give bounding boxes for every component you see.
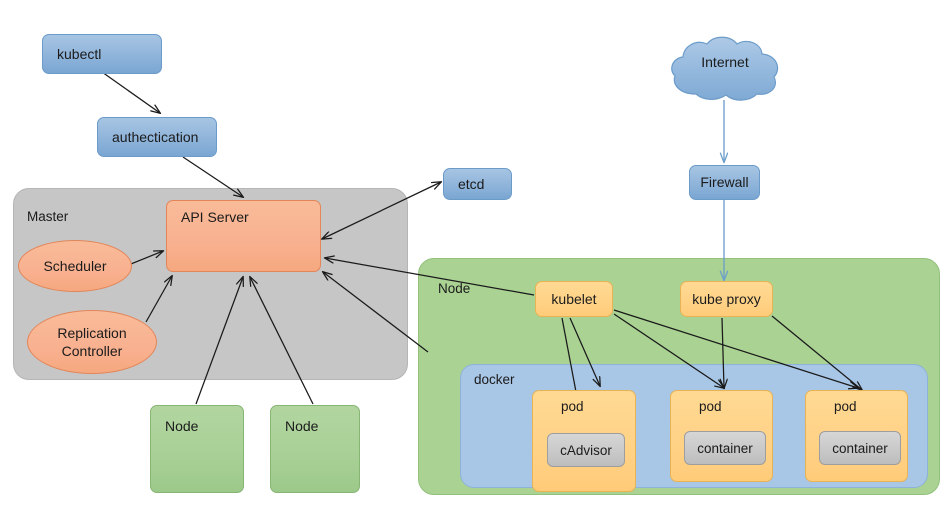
container-1-box[interactable]: container: [684, 431, 766, 465]
container-1-label: container: [697, 440, 753, 456]
node-box-2[interactable]: Node: [270, 405, 360, 493]
kubelet-box[interactable]: kubelet: [535, 281, 613, 317]
node-box-1[interactable]: Node: [150, 405, 244, 493]
authentication-box[interactable]: authectication: [97, 117, 217, 157]
internet-cloud[interactable]: Internet: [666, 36, 784, 104]
kubelet-label: kubelet: [551, 290, 597, 307]
kube-proxy-label: kube proxy: [692, 290, 761, 307]
replication-controller-ellipse[interactable]: Replication Controller: [27, 310, 157, 374]
replication-controller-label-line2: Controller: [61, 343, 123, 359]
node-box-1-label: Node: [165, 418, 199, 434]
scheduler-ellipse[interactable]: Scheduler: [18, 240, 132, 292]
replication-controller-label-line1: Replication: [57, 324, 127, 341]
pod-1[interactable]: pod cAdvisor: [532, 390, 636, 492]
master-group-label: Master: [27, 209, 69, 224]
edge-kubectl-to-authentication: [101, 71, 160, 113]
scheduler-label: Scheduler: [43, 257, 107, 274]
diagram-canvas: Master Node docker kubectl authecticatio…: [0, 0, 949, 506]
pod-3[interactable]: pod container: [805, 390, 908, 482]
pod-2-label: pod: [699, 399, 722, 414]
container-2-label: container: [832, 440, 888, 456]
container-2-box[interactable]: container: [819, 431, 901, 465]
firewall-label: Firewall: [700, 174, 749, 191]
node-box-2-label: Node: [285, 418, 319, 434]
internet-label: Internet: [701, 54, 749, 70]
kubectl-box[interactable]: kubectl: [42, 34, 162, 74]
pod-3-label: pod: [834, 399, 857, 414]
api-server-box[interactable]: API Server: [166, 200, 321, 272]
kube-proxy-box[interactable]: kube proxy: [680, 281, 773, 317]
docker-group-label: docker: [474, 372, 515, 387]
etcd-box[interactable]: etcd: [443, 168, 512, 200]
cadvisor-label: cAdvisor: [560, 442, 612, 458]
node-group-label: Node: [438, 281, 471, 296]
kubectl-label: kubectl: [57, 45, 102, 62]
api-server-label: API Server: [181, 209, 249, 225]
cloud-icon: [671, 36, 779, 101]
cadvisor-box[interactable]: cAdvisor: [547, 433, 625, 467]
pod-1-label: pod: [561, 399, 584, 414]
authentication-label: authectication: [112, 128, 199, 145]
pod-2[interactable]: pod container: [670, 390, 773, 482]
firewall-box[interactable]: Firewall: [689, 165, 760, 200]
etcd-label: etcd: [458, 175, 485, 192]
